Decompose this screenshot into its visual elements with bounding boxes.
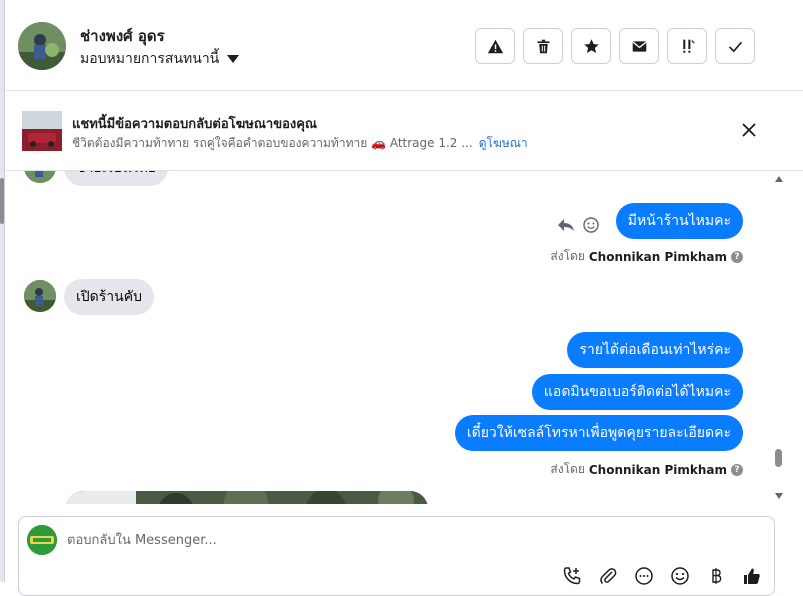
trash-icon [537, 39, 549, 53]
emoji-icon[interactable] [669, 565, 691, 587]
incoming-message[interactable]: ซ้ายเรียนไทย [64, 171, 169, 186]
caret-down-icon [227, 55, 240, 63]
message-thread[interactable]: ซ้ายเรียนไทย มีหน้าร้านไหมคะ ส่งโดย Chon… [6, 171, 775, 504]
scroll-down-icon[interactable] [775, 493, 783, 499]
left-scrollbar[interactable] [0, 0, 5, 582]
scrollbar-thumb[interactable] [775, 449, 782, 467]
contact-avatar-small [24, 171, 56, 183]
close-icon[interactable] [740, 121, 758, 139]
left-scrollbar-thumb[interactable] [0, 178, 4, 224]
attachment-icon[interactable] [597, 565, 619, 587]
sent-by-prefix: ส่งโดย [550, 462, 585, 476]
check-icon [728, 41, 742, 52]
message-actions [557, 217, 599, 233]
assign-conversation-dropdown[interactable]: มอบหมายการสนทนานี้ [80, 48, 240, 70]
payment-baht-icon[interactable] [705, 565, 727, 587]
envelope-icon [632, 40, 646, 52]
delete-button[interactable] [523, 28, 563, 64]
reply-input[interactable] [67, 529, 667, 551]
follow-up-button[interactable] [667, 28, 707, 64]
star-button[interactable] [571, 28, 611, 64]
mark-unread-button[interactable] [619, 28, 659, 64]
saved-replies-icon[interactable] [633, 565, 655, 587]
sent-by-line: ส่งโดย Chonnikan Pimkham ? [550, 460, 743, 479]
star-icon [583, 38, 599, 53]
follow-up-icon [682, 39, 695, 53]
reply-icon[interactable] [557, 217, 575, 233]
sent-by-prefix: ส่งโดย [550, 249, 585, 263]
sender-name: Chonnikan Pimkham [588, 462, 727, 477]
outgoing-message[interactable]: เดี๋ยวให้เซลล์โทรหาเพื่อพูดคุยรายละเอียด… [454, 415, 743, 451]
outgoing-message[interactable]: แอดมินขอเบอร์ติดต่อได้ไหมคะ [531, 374, 743, 410]
sender-name: Chonnikan Pimkham [588, 249, 727, 264]
conversation-toolbar [475, 28, 755, 64]
contact-avatar[interactable] [18, 22, 66, 70]
ad-reply-banner: แชทนี้มีข้อความตอบกลับต่อโฆษณาของคุณ ชีว… [6, 91, 803, 171]
emoji-reaction-icon[interactable] [583, 217, 599, 233]
outgoing-message[interactable]: รายได้ต่อเดือนเท่าไหร่คะ [567, 332, 743, 368]
mark-done-button[interactable] [715, 28, 755, 64]
view-ad-link[interactable]: ดูโฆษณา [479, 134, 528, 153]
image-attachment[interactable] [66, 491, 428, 504]
help-icon[interactable]: ? [731, 463, 743, 476]
contact-name: ช่างพงศ์ อุดร [80, 27, 165, 45]
ad-banner-subtitle: ชีวิตต้องมีความท้าทาย รถคู่ใจคือคำตอบของ… [72, 134, 528, 153]
ad-banner-title: แชทนี้มีข้อความตอบกลับต่อโฆษณาของคุณ [72, 117, 317, 132]
warning-icon [487, 39, 503, 53]
thread-scrollbar[interactable] [775, 171, 785, 504]
page-avatar [27, 525, 57, 555]
message-composer [18, 516, 775, 596]
sent-by-line: ส่งโดย Chonnikan Pimkham ? [550, 247, 743, 266]
composer-toolbar [561, 565, 763, 587]
report-button[interactable] [475, 28, 515, 64]
like-icon[interactable] [741, 565, 763, 587]
scroll-up-icon[interactable] [775, 176, 783, 182]
incoming-message[interactable]: เปิดร้านคับ [64, 279, 154, 315]
assign-label: มอบหมายการสนทนานี้ [80, 51, 220, 67]
contact-avatar-small [24, 280, 56, 312]
conversation-header: ช่างพงศ์ อุดร มอบหมายการสนทนานี้ [6, 0, 803, 91]
help-icon[interactable]: ? [731, 250, 743, 263]
outgoing-message[interactable]: มีหน้าร้านไหมคะ [615, 203, 743, 239]
call-add-icon[interactable] [561, 565, 583, 587]
ad-thumbnail[interactable] [22, 111, 62, 151]
ad-text: ชีวิตต้องมีความท้าทาย รถคู่ใจคือคำตอบของ… [72, 136, 473, 150]
conversation-pane: ช่างพงศ์ อุดร มอบหมายการสนทนานี้ แชทนี้ม… [0, 0, 803, 596]
